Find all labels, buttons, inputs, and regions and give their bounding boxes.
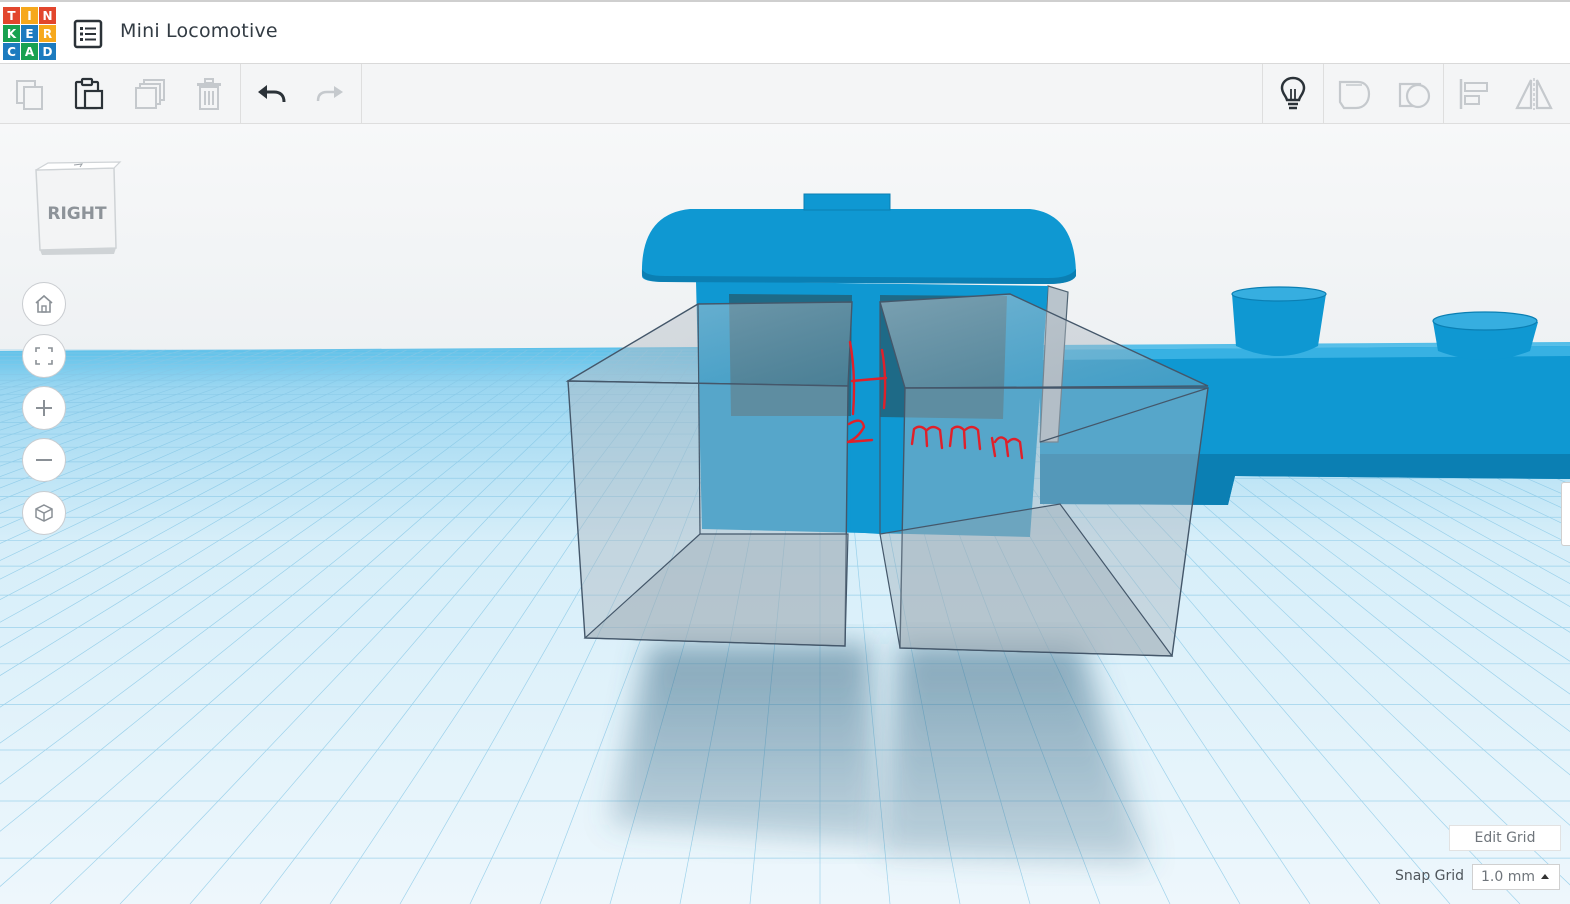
logo-letter: K — [3, 25, 20, 42]
shape-shadow — [610, 644, 880, 844]
logo-letter: D — [39, 43, 56, 60]
show-hint-button[interactable] — [1263, 64, 1323, 124]
logo-letter: T — [3, 7, 20, 24]
logo-letter: N — [39, 7, 56, 24]
view-cube[interactable]: RIGHT — [30, 160, 122, 256]
workplane-viewport[interactable]: RIGHT Edit Grid Snap Grid 1.0 mm — [0, 124, 1570, 904]
delete-button[interactable] — [179, 64, 239, 124]
steam-dome-shape[interactable] — [1432, 311, 1538, 360]
logo-letter: R — [39, 25, 56, 42]
zoom-out-icon — [36, 459, 52, 461]
duplicate-button[interactable] — [120, 64, 180, 124]
copy-button[interactable] — [0, 64, 60, 124]
align-icon — [1459, 79, 1488, 109]
perspective-icon — [35, 504, 53, 522]
group-button[interactable] — [1324, 64, 1384, 124]
shapes-panel-tab[interactable] — [1561, 482, 1570, 546]
snap-grid-select[interactable]: 1.0 mm — [1472, 864, 1560, 890]
redo-icon — [316, 86, 343, 102]
zoom-in-icon — [36, 400, 52, 416]
fit-view-button[interactable] — [22, 334, 66, 378]
logo-letter: C — [3, 43, 20, 60]
caret-up-icon — [1541, 874, 1549, 879]
group-icon — [1338, 80, 1371, 110]
zoom-out-button[interactable] — [22, 438, 66, 482]
logo-letter: E — [21, 25, 38, 42]
lightbulb-icon — [1280, 76, 1306, 110]
copy-icon — [16, 80, 43, 110]
list-icon — [73, 19, 103, 49]
home-view-button[interactable] — [22, 282, 66, 326]
logo-letter: I — [21, 7, 38, 24]
trash-icon — [197, 78, 221, 110]
paste-icon — [74, 77, 104, 110]
ungroup-icon — [1398, 82, 1431, 109]
zoom-in-button[interactable] — [22, 386, 66, 430]
undo-icon — [258, 85, 286, 103]
smokestack-shape[interactable] — [1231, 286, 1327, 356]
snap-grid-value: 1.0 mm — [1481, 869, 1535, 885]
mirror-icon — [1515, 78, 1553, 110]
undo-button[interactable] — [241, 64, 301, 124]
view-cube-face-label: RIGHT — [47, 204, 107, 224]
design-title[interactable]: Mini Locomotive — [120, 20, 278, 42]
snap-grid-label: Snap Grid — [1395, 868, 1465, 884]
redo-button[interactable] — [300, 64, 360, 124]
toolbar-divider — [361, 64, 362, 124]
fit-view-icon — [35, 347, 53, 365]
align-button[interactable] — [1444, 64, 1504, 124]
tinkercad-logo[interactable]: T I N K E R C A D — [3, 7, 57, 61]
top-header: T I N K E R C A D Mini Locomotive — [0, 0, 1570, 64]
paste-button[interactable] — [59, 64, 119, 124]
logo-letter: A — [21, 43, 38, 60]
duplicate-icon — [135, 79, 165, 109]
design-menu-button[interactable] — [72, 18, 104, 50]
perspective-toggle-button[interactable] — [22, 491, 66, 535]
mirror-button[interactable] — [1504, 64, 1564, 124]
ungroup-button[interactable] — [1384, 64, 1444, 124]
home-icon — [35, 294, 53, 313]
3d-scene[interactable] — [0, 124, 1570, 904]
edit-grid-button[interactable]: Edit Grid — [1449, 825, 1561, 851]
edit-toolbar — [0, 64, 1570, 124]
